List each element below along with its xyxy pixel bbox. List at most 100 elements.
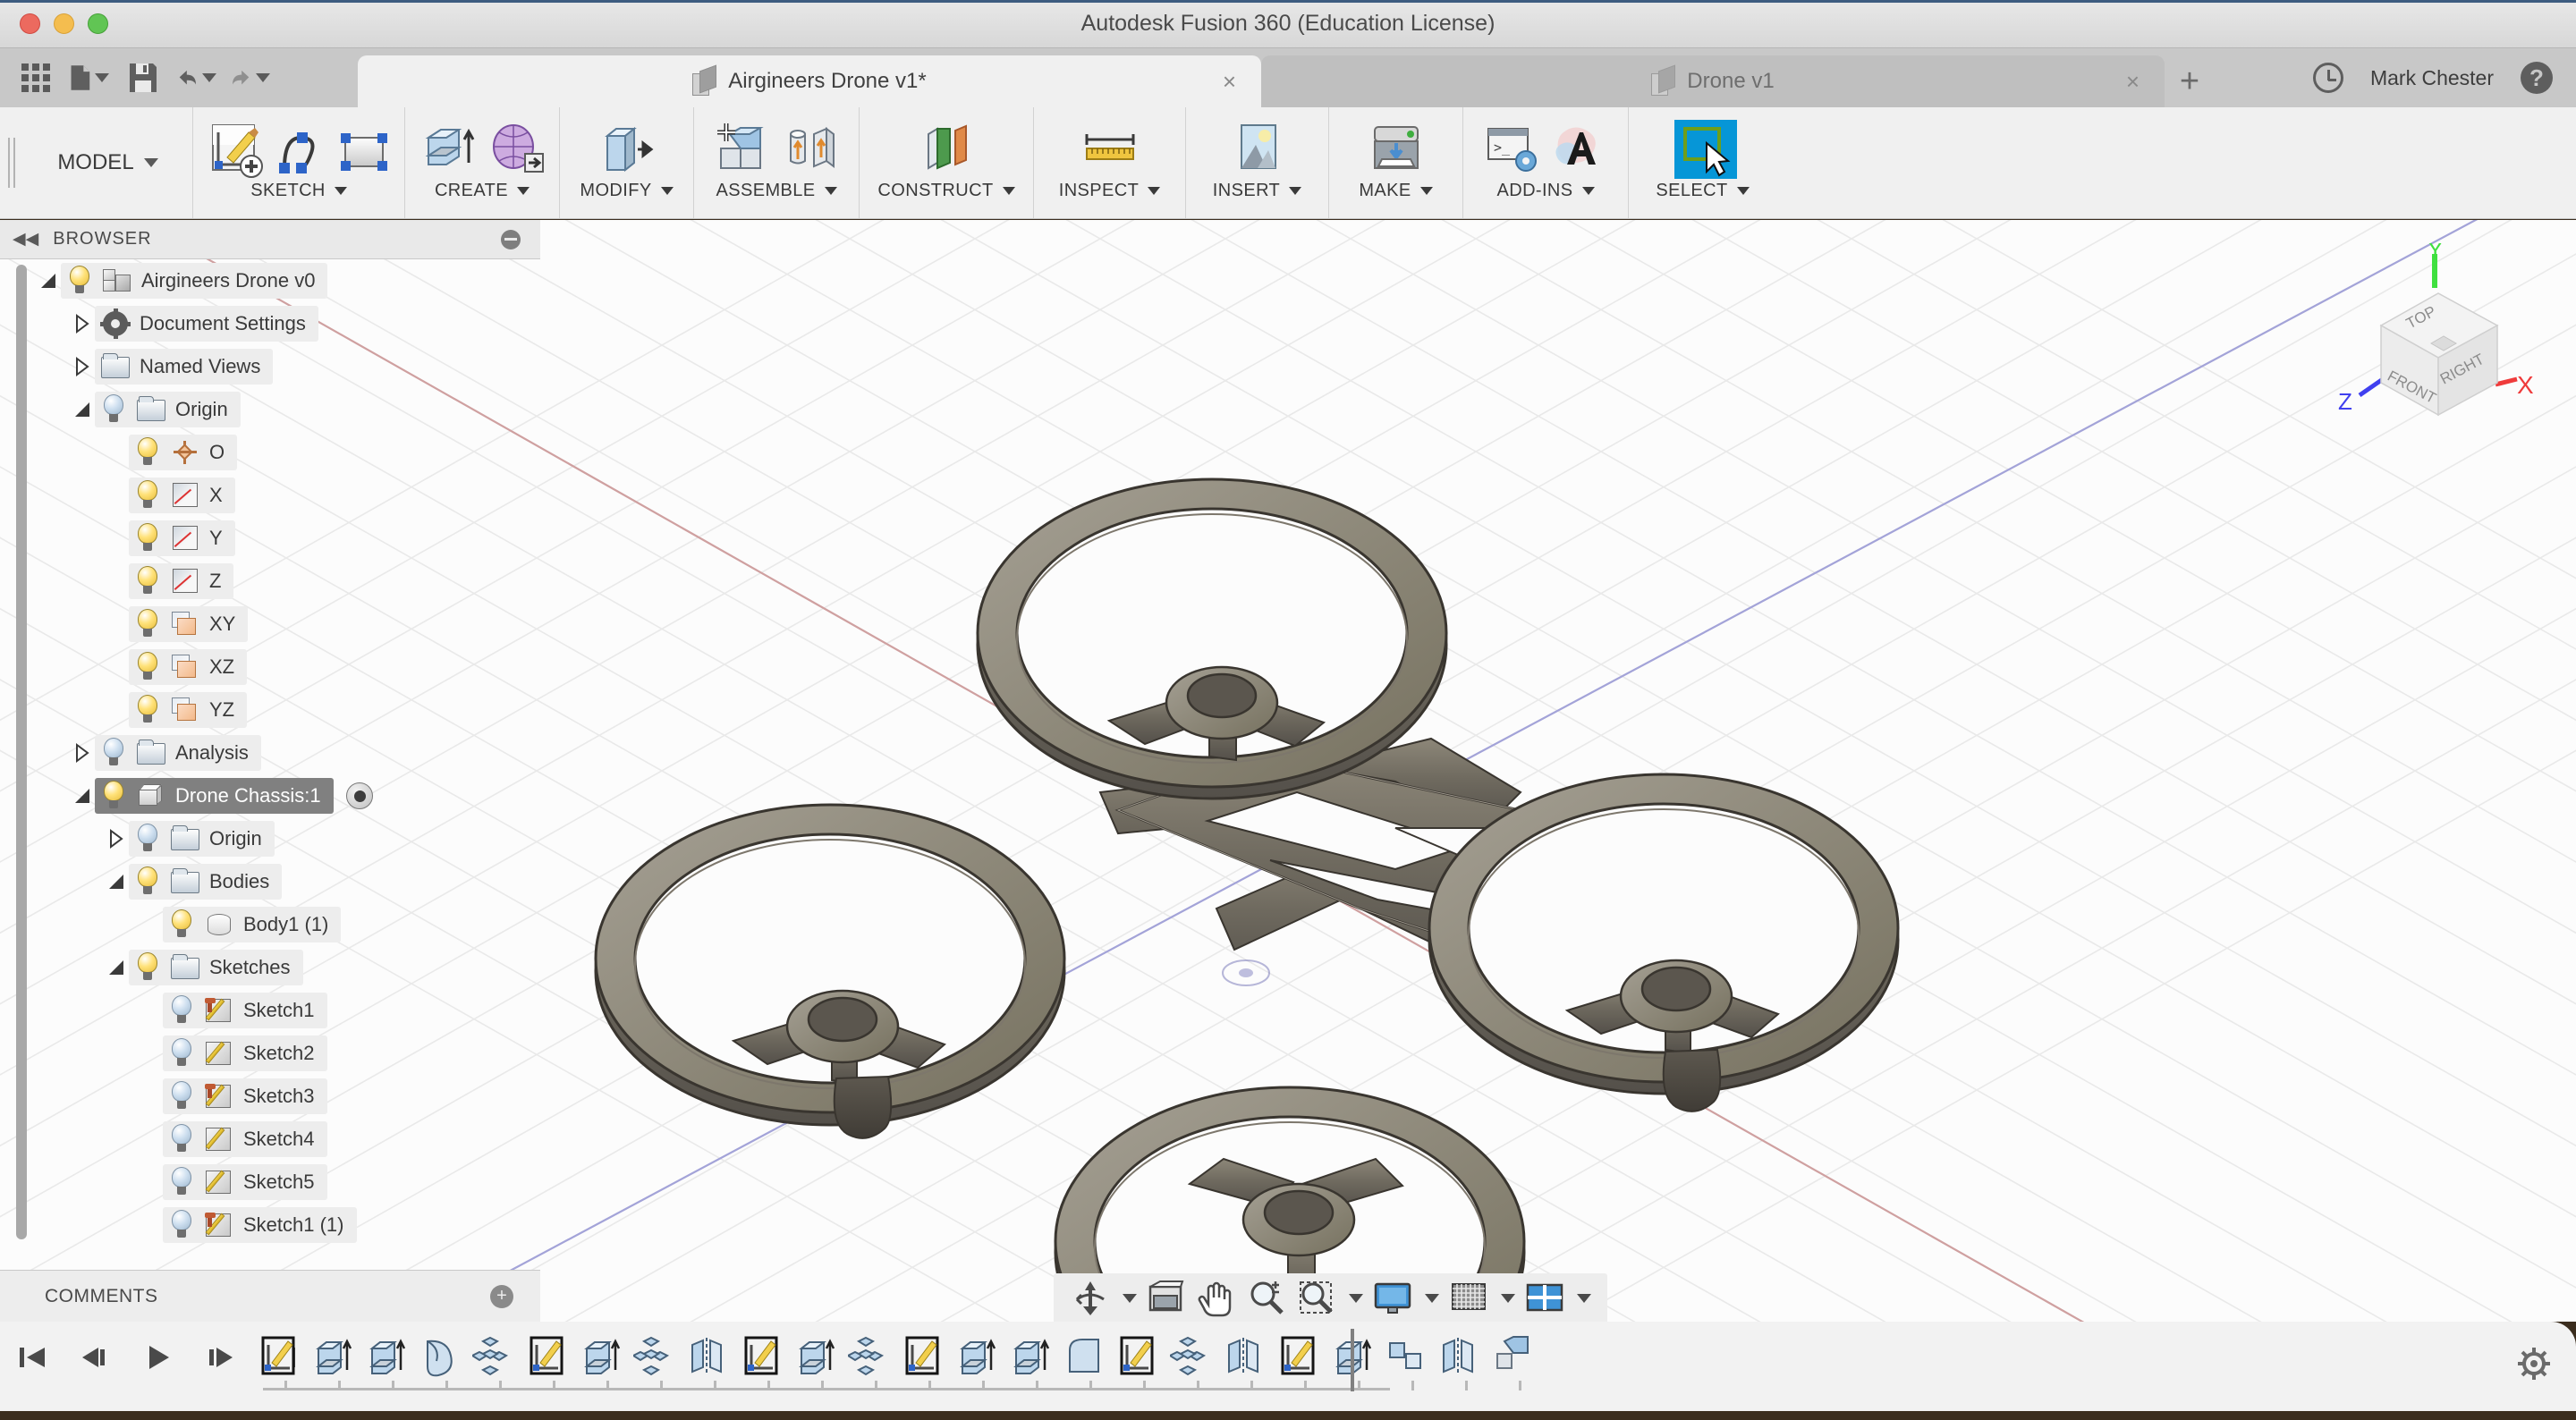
tree-item-bodies[interactable]: Bodies [129, 864, 282, 900]
tree-item-xz[interactable]: XZ [129, 649, 247, 685]
settings-gear-icon[interactable] [2515, 1345, 2553, 1382]
ribbon-group-label-assemble[interactable]: ASSEMBLE [716, 181, 836, 201]
expand-twisty-open-icon[interactable] [104, 869, 129, 894]
timeline-feature-sketch-feature[interactable] [741, 1334, 784, 1379]
tree-item-document-settings[interactable]: Document Settings [95, 306, 318, 342]
tree-item-body1-1[interactable]: Body1 (1) [163, 907, 341, 942]
chevron-down-icon[interactable] [202, 73, 216, 82]
display-settings-icon[interactable] [1372, 1278, 1413, 1319]
visibility-bulb-icon[interactable] [168, 1081, 195, 1111]
ribbon-group-label-sketch[interactable]: SKETCH [250, 181, 347, 201]
help-icon[interactable]: ? [2521, 62, 2553, 94]
tree-row[interactable]: YZ [36, 689, 537, 731]
timeline-feature-fillet-feature[interactable] [1063, 1334, 1106, 1379]
ribbon-group-label-select[interactable]: SELECT [1656, 181, 1749, 201]
comments-bar[interactable]: COMMENTS + [0, 1270, 540, 1322]
chevron-down-icon[interactable] [335, 187, 347, 195]
create-sketch-icon[interactable] [206, 120, 267, 181]
tree-row[interactable]: O [36, 431, 537, 474]
tree-row[interactable]: Z [36, 560, 537, 603]
save-button[interactable] [123, 58, 163, 97]
visibility-bulb-icon[interactable] [168, 1210, 195, 1240]
timeline-feature-extrude-feature[interactable] [311, 1334, 354, 1379]
look-at-icon[interactable] [1146, 1278, 1187, 1319]
tab-drone-v1[interactable]: Drone v1 × [1261, 55, 2165, 107]
tree-item-sketch4[interactable]: Sketch4 [163, 1121, 327, 1157]
expand-twisty-open-icon[interactable] [70, 783, 95, 808]
tree-item-drone-chassis-1[interactable]: Drone Chassis:1 [95, 778, 334, 814]
close-tab-icon[interactable]: × [1223, 68, 1236, 96]
extrude-icon[interactable] [418, 120, 479, 181]
tree-item-airgineers-drone-v0[interactable]: Airgineers Drone v0 [61, 263, 327, 299]
ribbon-group-label-addins[interactable]: ADD-INS [1496, 181, 1594, 201]
tree-item-sketches[interactable]: Sketches [129, 950, 303, 985]
visibility-bulb-icon[interactable] [134, 480, 161, 511]
tree-item-sketch3[interactable]: Sketch3 [163, 1078, 327, 1114]
chevron-down-icon[interactable] [144, 158, 158, 167]
tree-item-o[interactable]: O [129, 435, 237, 470]
tree-item-sketch5[interactable]: Sketch5 [163, 1164, 327, 1200]
visibility-bulb-icon[interactable] [168, 1167, 195, 1197]
timeline-feature-circular-pattern-feature[interactable] [472, 1334, 515, 1379]
timeline-ruler[interactable] [263, 1388, 1390, 1390]
tree-row[interactable]: Bodies [36, 860, 537, 903]
tree-row[interactable]: Sketch2 [36, 1032, 537, 1075]
timeline-feature-mirror-feature[interactable] [687, 1334, 730, 1379]
visibility-bulb-icon[interactable] [100, 781, 127, 811]
visibility-bulb-icon[interactable] [168, 1038, 195, 1069]
chevron-down-icon[interactable] [1123, 1294, 1137, 1303]
visibility-bulb-icon[interactable] [168, 995, 195, 1026]
tree-item-sketch1-1[interactable]: Sketch1 (1) [163, 1207, 357, 1243]
timeline-feature-extrude-feature[interactable] [1009, 1334, 1052, 1379]
tree-item-sketch2[interactable]: Sketch2 [163, 1035, 327, 1071]
expand-twisty-closed-icon[interactable] [70, 354, 95, 379]
tree-row[interactable]: Sketch1 [36, 989, 537, 1032]
new-tab-button[interactable]: + [2165, 55, 2215, 107]
tree-item-sketch1[interactable]: Sketch1 [163, 993, 327, 1028]
visibility-bulb-icon[interactable] [168, 909, 195, 940]
tree-row[interactable]: Airgineers Drone v0 [36, 259, 537, 302]
select-icon[interactable] [1673, 120, 1733, 181]
chevron-down-icon[interactable] [1425, 1294, 1439, 1303]
tree-row[interactable]: Sketch1 (1) [36, 1204, 537, 1247]
rectangle-icon[interactable] [336, 125, 392, 181]
visibility-bulb-icon[interactable] [66, 266, 93, 296]
undo-button[interactable] [177, 58, 216, 97]
zoom-icon[interactable] [1246, 1278, 1287, 1319]
job-status-icon[interactable] [2313, 63, 2343, 93]
chevron-down-icon[interactable] [1349, 1294, 1363, 1303]
timeline-feature-mirror-feature[interactable] [1224, 1334, 1267, 1379]
ribbon-group-label-insert[interactable]: INSERT [1213, 181, 1301, 201]
tree-item-analysis[interactable]: Analysis [95, 735, 261, 771]
tree-row[interactable]: XY [36, 603, 537, 646]
visibility-bulb-icon[interactable] [134, 652, 161, 682]
visibility-bulb-icon[interactable] [134, 566, 161, 596]
viewports-icon[interactable] [1524, 1278, 1565, 1319]
offset-plane-icon[interactable] [916, 120, 977, 181]
visibility-bulb-icon[interactable] [168, 1124, 195, 1154]
pan-icon[interactable] [1196, 1278, 1237, 1319]
timeline-feature-mirror-feature[interactable] [1438, 1334, 1481, 1379]
app-store-icon[interactable] [1549, 120, 1610, 181]
timeline-feature-revolve-feature[interactable] [419, 1334, 462, 1379]
timeline-feature-circular-pattern-feature[interactable] [633, 1334, 676, 1379]
file-menu-button[interactable] [70, 58, 109, 97]
tree-row[interactable]: Sketch4 [36, 1118, 537, 1161]
revolve-icon[interactable] [486, 120, 547, 181]
visibility-bulb-icon[interactable] [134, 824, 161, 854]
visibility-bulb-icon[interactable] [134, 952, 161, 983]
chevron-down-icon[interactable] [1003, 187, 1015, 195]
tree-item-origin[interactable]: Origin [129, 821, 275, 857]
expand-twisty-closed-icon[interactable] [104, 826, 129, 851]
ribbon-group-label-modify[interactable]: MODIFY [580, 181, 673, 201]
tree-row[interactable]: Y [36, 517, 537, 560]
visibility-bulb-icon[interactable] [134, 695, 161, 725]
tree-item-origin[interactable]: Origin [95, 392, 241, 427]
chevron-down-icon[interactable] [517, 187, 530, 195]
tree-item-xy[interactable]: XY [129, 606, 248, 642]
tree-row[interactable]: Analysis [36, 731, 537, 774]
chevron-down-icon[interactable] [1148, 187, 1160, 195]
tree-item-x[interactable]: X [129, 478, 235, 513]
visibility-bulb-icon[interactable] [134, 437, 161, 468]
timeline-feature-extrude-feature[interactable] [794, 1334, 837, 1379]
